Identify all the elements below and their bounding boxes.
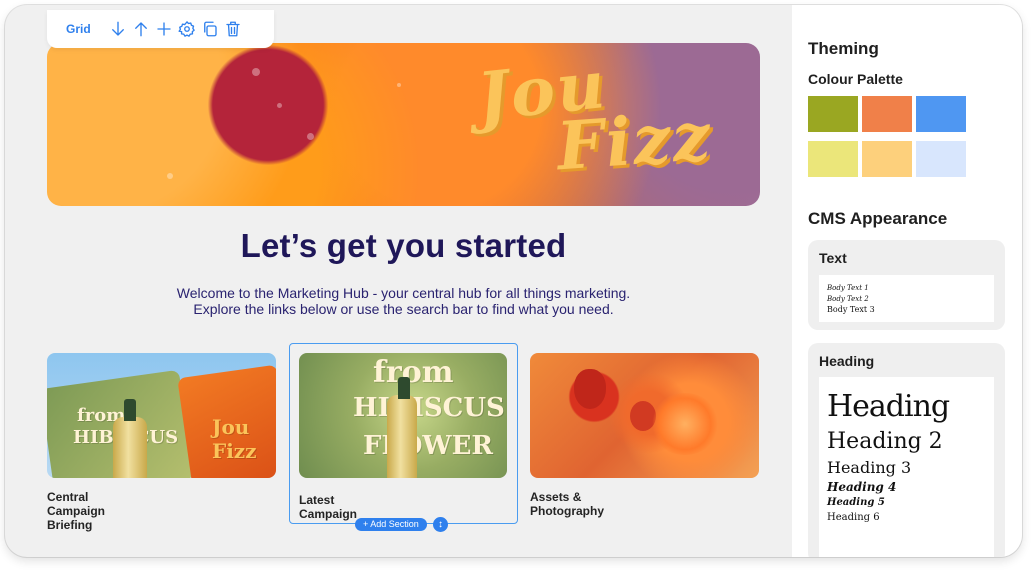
welcome-text: Welcome to the Marketing Hub - your cent…	[47, 285, 760, 317]
swatch-blue[interactable]	[916, 96, 966, 132]
poster-text: HIBISCUS	[353, 393, 505, 423]
swatch-orange[interactable]	[862, 96, 912, 132]
app-frame: Grid Jou Fizz Let’s get you started Welc…	[5, 5, 1022, 557]
card-label[interactable]: Latest Campaign	[299, 493, 357, 521]
heading-5-sample: Heading 5	[827, 497, 885, 508]
poster-logo: Jou Fizz	[212, 415, 257, 463]
heading-4-sample: Heading 4	[827, 480, 897, 494]
welcome-line-1: Welcome to the Marketing Hub - your cent…	[176, 285, 631, 301]
hero-banner: Jou Fizz	[47, 43, 760, 206]
body-text-2-sample: Body Text 2	[827, 295, 869, 303]
text-samples: Body Text 1 Body Text 2 Body Text 3	[819, 275, 994, 322]
heading-6-sample: Heading 6	[827, 512, 880, 523]
heading-2-sample: Heading 2	[827, 429, 943, 454]
card-thumbnail: from HIBISCUS FLOWER	[299, 353, 507, 478]
theming-panel: Theming Colour Palette CMS Appearance Te…	[792, 5, 1022, 557]
copy-icon[interactable]	[199, 18, 222, 41]
heading-1-sample: Heading	[827, 389, 950, 424]
colour-palette-title: Colour Palette	[808, 71, 903, 87]
card-thumbnail: from HIBISCUS Jou Fizz	[47, 353, 276, 478]
theming-title: Theming	[808, 39, 879, 58]
bubble	[397, 83, 401, 87]
grid-button[interactable]: Grid	[66, 22, 91, 36]
welcome-line-2: Explore the links below or use the searc…	[193, 301, 614, 317]
bubble	[307, 133, 314, 140]
add-section-button[interactable]: + Add Section	[355, 518, 427, 531]
swatch-light-yellow[interactable]	[808, 141, 858, 177]
bubble	[252, 68, 260, 76]
card-thumbnail	[530, 353, 759, 478]
arrow-down-icon[interactable]	[107, 18, 130, 41]
swatch-olive[interactable]	[808, 96, 858, 132]
page-title: Let’s get you started	[240, 227, 567, 264]
poster-text: FLOWER	[363, 431, 494, 461]
drag-handle-icon[interactable]: ↕	[433, 517, 448, 532]
heading-samples: Heading Heading 2 Heading 3 Heading 4 He…	[819, 377, 994, 557]
body-text-1-sample: Body Text 1	[827, 284, 869, 292]
bottle-image	[387, 377, 417, 478]
trash-icon[interactable]	[222, 18, 245, 41]
section-toolbar: Grid	[47, 10, 274, 48]
card-label[interactable]: Central Campaign Briefing	[47, 490, 105, 532]
bubble	[277, 103, 282, 108]
swatch-peach[interactable]	[862, 141, 912, 177]
heading-3-sample: Heading 3	[827, 458, 912, 477]
brand-logo: Jou Fizz	[474, 45, 715, 185]
gear-icon[interactable]	[176, 18, 199, 41]
cms-appearance-title: CMS Appearance	[808, 209, 948, 228]
bottle-image	[113, 399, 147, 478]
heading-style-box[interactable]: Heading Heading Heading 2 Heading 3 Head…	[808, 343, 1005, 557]
card-label[interactable]: Assets & Photography	[530, 490, 604, 518]
text-style-box[interactable]: Text Body Text 1 Body Text 2 Body Text 3	[808, 240, 1005, 330]
swatch-light-blue[interactable]	[916, 141, 966, 177]
strawberry-image	[574, 369, 606, 409]
logo-line-2: Fizz	[554, 96, 715, 186]
heading-box-title: Heading	[819, 353, 875, 369]
text-box-title: Text	[819, 250, 847, 266]
flower-image	[650, 393, 720, 455]
plus-icon[interactable]	[153, 18, 176, 41]
arrow-up-icon[interactable]	[130, 18, 153, 41]
bubble	[167, 173, 173, 179]
poster-text: from	[373, 355, 454, 390]
body-text-3-sample: Body Text 3	[827, 305, 875, 314]
